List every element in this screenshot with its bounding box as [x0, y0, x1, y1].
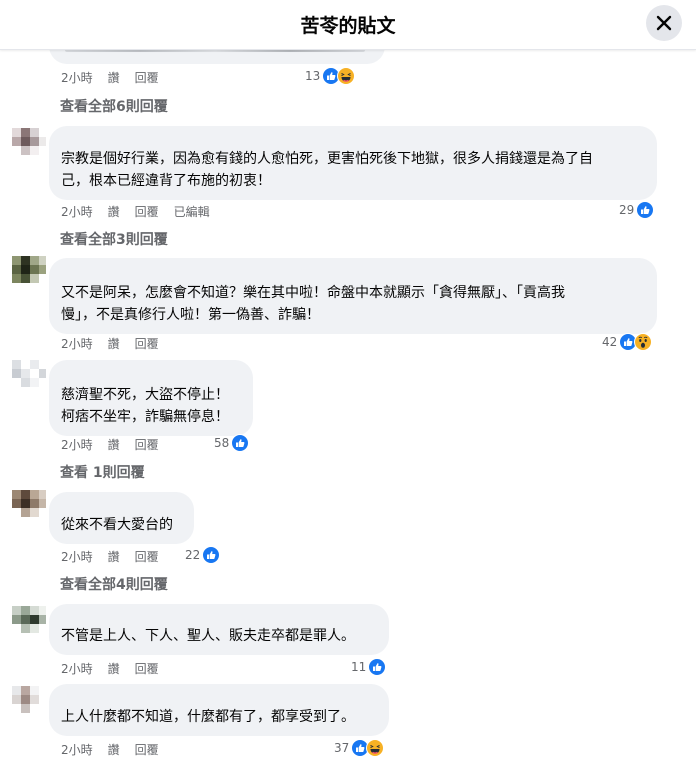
comment-time: 2小時	[61, 438, 93, 452]
comment-text-line: 柯痞不坐牢，詐騙無停息！	[61, 409, 229, 425]
like-reaction-icon	[231, 434, 250, 452]
like-link[interactable]: 讚	[108, 548, 120, 565]
view-replies-link[interactable]: 查看全部3則回覆	[60, 229, 168, 249]
reactions-summary[interactable]: 42	[602, 333, 653, 351]
comment-actions: 2小時 讚 回覆	[61, 548, 159, 565]
avatar[interactable]	[12, 686, 46, 720]
reaction-count: 11	[351, 660, 367, 674]
like-reaction-icon	[636, 201, 655, 219]
comment-bubble: 上人什麼都不知道，什麼都有了，都享受到了。	[49, 684, 389, 736]
like-link[interactable]: 讚	[108, 69, 120, 86]
comment-actions: 2小時 讚 回覆	[61, 335, 159, 352]
reaction-count: 22	[185, 548, 201, 562]
reaction-count: 37	[334, 741, 350, 755]
reactions-summary[interactable]: 37	[334, 739, 385, 757]
avatar[interactable]	[12, 128, 46, 162]
like-link[interactable]: 讚	[108, 436, 120, 453]
comment-bubble: 宗教是個好行業，因為愈有錢的人愈怕死，更害怕死後下地獄，很多人捐錢還是為了自 己…	[49, 126, 657, 200]
haha-reaction-icon	[366, 739, 385, 757]
comment-actions: 2小時 讚 回覆 已編輯	[61, 203, 210, 220]
reaction-count: 42	[602, 335, 618, 349]
comment-time: 2小時	[61, 550, 93, 564]
comment-actions: 2小時 讚 回覆	[61, 741, 159, 758]
comment-actions: 2小時 讚 回覆	[61, 660, 159, 677]
comment-text-line: 從來不看大愛台的	[61, 517, 173, 533]
comment-text-line: 上人什麼都不知道，什麼都有了，都享受到了。	[61, 709, 355, 725]
comment-text-line: 不管是上人、下人、聖人、販夫走卒都是罪人。	[61, 628, 355, 644]
reply-link[interactable]: 回覆	[135, 436, 159, 453]
comment-bubble: 不管是上人、下人、聖人、販夫走卒都是罪人。	[49, 604, 389, 655]
comment-time: 2小時	[61, 71, 93, 85]
comment-bubble: 又不是阿呆，怎麼會不知道？樂在其中啦！命盤中本就顯示「貪得無厭」、「貢高我 慢」…	[49, 258, 657, 334]
comment-time: 2小時	[61, 662, 93, 676]
like-link[interactable]: 讚	[108, 660, 120, 677]
like-link[interactable]: 讚	[108, 203, 120, 220]
avatar[interactable]	[12, 490, 46, 524]
comment-text-line: 慈濟聖不死，大盜不停止！	[61, 387, 229, 403]
close-icon	[656, 15, 672, 31]
dialog-header: 苦苓的貼文	[0, 0, 696, 50]
reactions-summary[interactable]: 13	[305, 67, 356, 85]
view-replies-link[interactable]: 查看 1則回覆	[60, 462, 145, 482]
comment-text-line: 慢」，不是真修行人啦！第一偽善、詐騙！	[61, 307, 320, 323]
comment-text-line: 宗教是個好行業，因為愈有錢的人愈怕死，更害怕死後下地獄，很多人捐錢還是為了自	[61, 151, 593, 167]
reply-link[interactable]: 回覆	[135, 548, 159, 565]
edited-label: 已編輯	[173, 205, 210, 219]
comment-actions: 2小時 讚 回覆	[61, 436, 159, 453]
like-link[interactable]: 讚	[108, 335, 120, 352]
reply-link[interactable]: 回覆	[135, 741, 159, 758]
close-button[interactable]	[646, 5, 682, 41]
reply-link[interactable]: 回覆	[135, 660, 159, 677]
reaction-count: 58	[214, 436, 230, 450]
comment-text-line: 己，根本已經違背了布施的初衷！	[61, 173, 271, 189]
like-reaction-icon	[202, 546, 221, 564]
reaction-count: 29	[619, 203, 635, 217]
avatar[interactable]	[12, 256, 46, 290]
comment-text-line: 又不是阿呆，怎麼會不知道？樂在其中啦！命盤中本就顯示「貪得無厭」、「貢高我	[61, 285, 565, 301]
reply-link[interactable]: 回覆	[135, 335, 159, 352]
avatar[interactable]	[12, 360, 46, 394]
reaction-count: 13	[305, 69, 321, 83]
reactions-summary[interactable]: 58	[214, 434, 250, 452]
wow-reaction-icon	[634, 333, 653, 351]
avatar[interactable]	[12, 606, 46, 640]
comment-time: 2小時	[61, 743, 93, 757]
view-replies-link[interactable]: 查看全部6則回覆	[60, 96, 168, 116]
reply-link[interactable]: 回覆	[135, 203, 159, 220]
like-link[interactable]: 讚	[108, 741, 120, 758]
like-reaction-icon	[368, 658, 387, 676]
reactions-summary[interactable]: 11	[351, 658, 387, 676]
comment-bubble: 慈濟聖不死，大盜不停止！ 柯痞不坐牢，詐騙無停息！	[49, 360, 253, 436]
comment-bubble: 從來不看大愛台的	[49, 492, 194, 544]
reactions-summary[interactable]: 22	[185, 546, 221, 564]
reactions-summary[interactable]: 29	[619, 201, 655, 219]
reply-link[interactable]: 回覆	[135, 69, 159, 86]
view-replies-link[interactable]: 查看全部4則回覆	[60, 574, 168, 594]
comment-actions: 2小時 讚 回覆	[61, 69, 159, 86]
comment-time: 2小時	[61, 205, 93, 219]
comment-time: 2小時	[61, 337, 93, 351]
haha-reaction-icon	[337, 67, 356, 85]
dialog-title: 苦苓的貼文	[300, 15, 396, 37]
